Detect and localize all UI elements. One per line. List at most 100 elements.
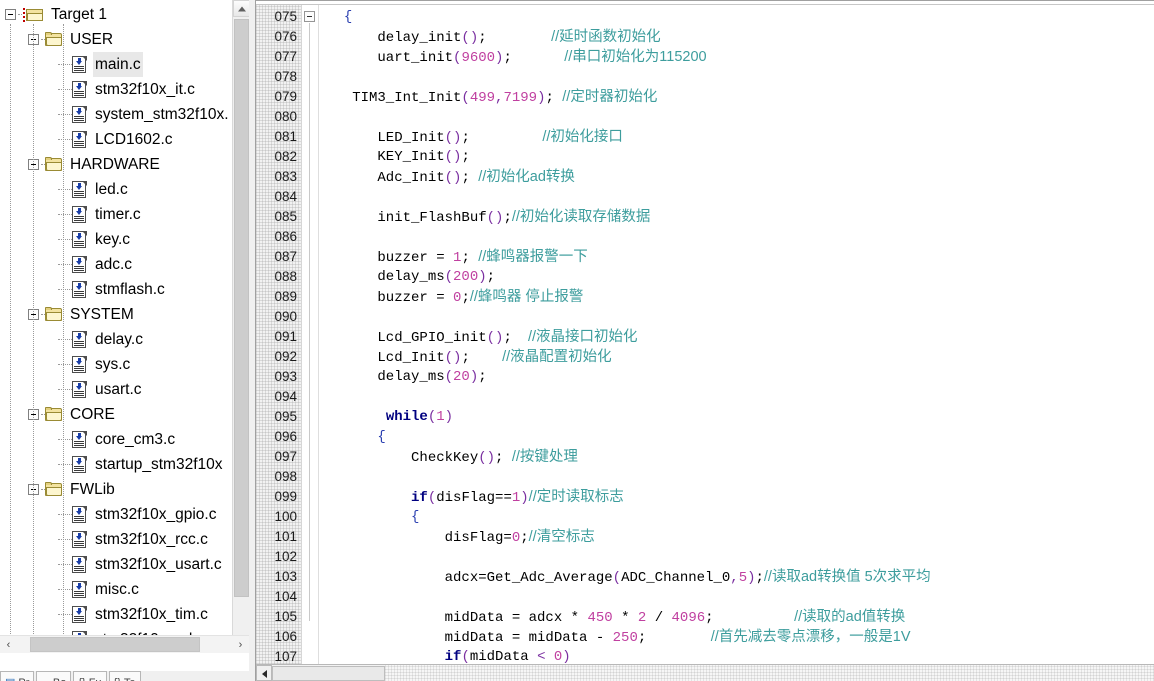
code-line[interactable] — [327, 387, 1154, 407]
code-line[interactable]: { — [327, 7, 1154, 27]
tree-file-item[interactable]: LCD1602.c — [0, 127, 232, 152]
panel-tab-te[interactable]: {}Te — [108, 671, 141, 681]
code-line[interactable]: delay_ms(20); — [327, 367, 1154, 387]
code-line[interactable]: TIM3_Int_Init(499,7199); //定时器初始化 — [327, 87, 1154, 107]
panel-tab-strip[interactable]: ▤Pr▰Bo{}Fu{}Te — [0, 671, 249, 681]
tree-file-item[interactable]: misc.c — [0, 577, 232, 602]
editor-horizontal-scrollbar[interactable] — [256, 664, 1154, 681]
panel-tab-pr[interactable]: ▤Pr — [0, 671, 35, 681]
code-token-num: 20 — [453, 369, 470, 385]
tree-group-hardware[interactable]: HARDWARE — [0, 152, 232, 177]
tree-file-item[interactable]: sys.c — [0, 352, 232, 377]
tree-file-item[interactable]: startup_stm32f10x — [0, 452, 232, 477]
code-line[interactable]: uart_init(9600); //串口初始化为115200 — [327, 47, 1154, 67]
tree-file-item[interactable]: system_stm32f10x. — [0, 102, 232, 127]
code-token-plain: ADC_Channel_0 — [621, 570, 731, 586]
code-line[interactable]: delay_ms(200); — [327, 267, 1154, 287]
code-line[interactable]: CheckKey(); //按键处理 — [327, 447, 1154, 467]
editor-scroll-track[interactable] — [385, 664, 1154, 681]
panel-tab-fu[interactable]: {} Fu — [73, 671, 107, 681]
code-line[interactable]: { — [327, 427, 1154, 447]
code-token-plain: buzzer = — [327, 250, 454, 266]
tree-file-item[interactable]: key.c — [0, 227, 232, 252]
code-line[interactable] — [327, 227, 1154, 247]
code-line[interactable]: buzzer = 1; //蜂鸣器报警一下 — [327, 247, 1154, 267]
code-folding-column[interactable] — [302, 5, 319, 664]
code-token-kw: while — [385, 409, 428, 425]
tree-file-item[interactable]: stm32f10x_rcc.c — [0, 527, 232, 552]
code-line[interactable]: adcx=Get_Adc_Average(ADC_Channel_0,5);//… — [327, 567, 1154, 587]
tree-file-item[interactable]: adc.c — [0, 252, 232, 277]
code-line[interactable] — [327, 587, 1154, 607]
project-tree-vertical-scrollbar[interactable] — [232, 0, 249, 653]
code-line[interactable]: midData = midData - 250; //首先减去零点漂移，一般是1… — [327, 627, 1154, 647]
code-line[interactable]: delay_init(); //延时函数初始化 — [327, 27, 1154, 47]
code-token-num: 499 — [469, 90, 496, 106]
code-token-plain: ; — [486, 269, 496, 285]
scroll-up-button[interactable] — [233, 0, 249, 17]
editor-scroll-left-button[interactable] — [256, 665, 272, 681]
line-number: 090 — [274, 309, 297, 324]
code-line[interactable] — [327, 547, 1154, 567]
code-line[interactable]: if(midData < 0) — [327, 647, 1154, 664]
code-line[interactable] — [327, 307, 1154, 327]
code-line[interactable] — [327, 107, 1154, 127]
code-token-plain: * — [612, 610, 638, 626]
code-line[interactable]: buzzer = 0;//蜂鸣器 停止报警 — [327, 287, 1154, 307]
code-token-plain: Lcd_Init — [327, 350, 445, 366]
tree-group-system[interactable]: SYSTEM — [0, 302, 232, 327]
code-token-num: 450 — [587, 610, 613, 626]
tree-connector — [58, 89, 72, 90]
code-token-plain: ; — [495, 450, 512, 466]
tree-group-core[interactable]: CORE — [0, 402, 232, 427]
code-token-num: 250 — [612, 630, 638, 646]
c-source-file-icon — [72, 256, 87, 273]
code-line[interactable]: KEY_Init(); — [327, 147, 1154, 167]
code-area[interactable]: 075 076 077 078 079 080 081 082 083 084 085 086 087 0… — [256, 5, 1154, 664]
code-line[interactable]: while(1) — [327, 407, 1154, 427]
code-line[interactable] — [327, 187, 1154, 207]
tree-file-item[interactable]: stmflash.c — [0, 277, 232, 302]
tree-file-item[interactable]: stm32f10x_gpio.c — [0, 502, 232, 527]
line-number: 092 — [274, 349, 297, 364]
fold-collapse-icon[interactable] — [304, 11, 315, 22]
code-line[interactable]: init_FlashBuf();//初始化读取存储数据 — [327, 207, 1154, 227]
tree-file-item[interactable]: stm32f10x_it.c — [0, 77, 232, 102]
code-token-pun: ( — [461, 90, 470, 106]
source-code-text[interactable]: { delay_init(); //延时函数初始化 uart_init(9600… — [319, 5, 1154, 664]
code-token-cmt: //延时函数初始化 — [486, 29, 661, 45]
tree-expander-icon[interactable] — [5, 9, 16, 20]
tree-file-item[interactable]: delay.c — [0, 327, 232, 352]
code-line[interactable]: { — [327, 507, 1154, 527]
tree-file-label: stm32f10x_rcc.c — [95, 531, 208, 548]
tree-group-user[interactable]: USER — [0, 27, 232, 52]
tree-file-item[interactable]: main.c — [0, 52, 232, 77]
code-line[interactable] — [327, 67, 1154, 87]
tree-group-fwlib[interactable]: FWLib — [0, 477, 232, 502]
code-line[interactable]: Lcd_Init(); //液晶配置初始化 — [327, 347, 1154, 367]
code-line[interactable]: disFlag=0;//清空标志 — [327, 527, 1154, 547]
scroll-left-button[interactable]: ‹ — [0, 636, 17, 653]
vertical-scroll-thumb[interactable] — [234, 19, 249, 597]
editor-horizontal-scroll-thumb[interactable] — [272, 665, 385, 681]
horizontal-scroll-thumb[interactable] — [30, 637, 200, 652]
tree-item-target[interactable]: Target 1 — [0, 2, 232, 27]
tree-file-item[interactable]: led.c — [0, 177, 232, 202]
tree-file-item[interactable]: core_cm3.c — [0, 427, 232, 452]
c-source-file-icon — [72, 81, 87, 98]
tree-file-item[interactable]: stm32f10x_tim.c — [0, 602, 232, 627]
code-token-cmt: //串口初始化为115200 — [511, 49, 707, 65]
project-tree-horizontal-scrollbar[interactable]: ‹ › — [0, 635, 249, 653]
tree-file-item[interactable]: stm32f10x_usart.c — [0, 552, 232, 577]
tree-file-item[interactable]: usart.c — [0, 377, 232, 402]
code-line[interactable]: LED_Init(); //初始化接口 — [327, 127, 1154, 147]
code-line[interactable]: midData = adcx * 450 * 2 / 4096; //读取的ad… — [327, 607, 1154, 627]
panel-tab-bo[interactable]: ▰ Bo — [36, 671, 72, 681]
code-line[interactable]: Lcd_GPIO_init(); //液晶接口初始化 — [327, 327, 1154, 347]
code-line[interactable]: Adc_Init(); //初始化ad转换 — [327, 167, 1154, 187]
tree-file-item[interactable]: timer.c — [0, 202, 232, 227]
code-line[interactable]: if(disFlag==1)//定时读取标志 — [327, 487, 1154, 507]
code-line[interactable] — [327, 467, 1154, 487]
scroll-right-button[interactable]: › — [232, 636, 249, 653]
project-tree-viewport[interactable]: Target 1 USER main.c stm32f10x_it.c system_s… — [0, 0, 249, 653]
